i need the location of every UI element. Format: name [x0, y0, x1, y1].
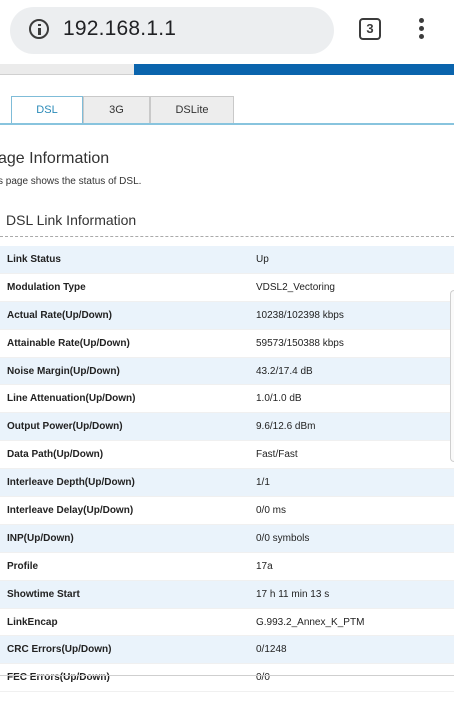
row-label: Link Status — [0, 246, 256, 274]
row-value: VDSL2_Vectoring — [256, 273, 454, 302]
overflow-menu-icon[interactable] — [417, 18, 425, 42]
table-row: Line Attenuation(Up/Down) 1.0/1.0 dB — [0, 384, 454, 414]
tab-dsl[interactable]: DSL — [11, 96, 83, 124]
table-bottom-border — [0, 675, 454, 676]
row-value: 0/0 symbols — [256, 524, 454, 553]
row-value: 43.2/17.4 dB — [256, 357, 454, 386]
row-label: Interleave Depth(Up/Down) — [0, 468, 256, 498]
row-label: Actual Rate(Up/Down) — [0, 301, 256, 330]
table-row: Link Status Up — [0, 246, 454, 274]
table-row: FEC Errors(Up/Down) 0/0 — [0, 663, 454, 693]
tab-switcher-button[interactable]: 3 — [359, 18, 381, 40]
row-label: Noise Margin(Up/Down) — [0, 357, 256, 386]
table-row: Interleave Depth(Up/Down) 1/1 — [0, 468, 454, 498]
page-title: age Information — [0, 150, 110, 167]
row-value: 0/0 — [256, 663, 454, 693]
row-label: Interleave Delay(Up/Down) — [0, 496, 256, 525]
tab-bar: DSL 3G DSLite — [0, 96, 454, 124]
row-label: Line Attenuation(Up/Down) — [0, 384, 256, 414]
table-row: Showtime Start 17 h 11 min 13 s — [0, 580, 454, 609]
row-label: Data Path(Up/Down) — [0, 440, 256, 470]
row-value: 0/0 ms — [256, 496, 454, 525]
row-label: INP(Up/Down) — [0, 524, 256, 553]
table-row: Interleave Delay(Up/Down) 0/0 ms — [0, 496, 454, 525]
url-text[interactable]: 192.168.1.1 — [63, 17, 176, 41]
row-value: 17 h 11 min 13 s — [256, 580, 454, 609]
header-bar-accent — [134, 64, 454, 75]
row-label: LinkEncap — [0, 608, 256, 637]
header-bar-left — [0, 64, 134, 75]
row-value: 10238/102398 kbps — [256, 301, 454, 330]
row-value: 1.0/1.0 dB — [256, 384, 454, 414]
tab-underline — [0, 123, 454, 125]
page-description: s page shows the status of DSL. — [0, 176, 142, 187]
dsl-link-table: Link Status Up Modulation Type VDSL2_Vector… — [0, 246, 454, 693]
row-value: 17a — [256, 552, 454, 581]
table-row: Profile 17a — [0, 552, 454, 581]
row-value: Fast/Fast — [256, 440, 454, 470]
table-row: Data Path(Up/Down) Fast/Fast — [0, 440, 454, 470]
row-label: Modulation Type — [0, 273, 256, 302]
table-row: Output Power(Up/Down) 9.6/12.6 dBm — [0, 412, 454, 442]
row-value: 0/1248 — [256, 635, 454, 665]
info-icon[interactable] — [29, 19, 49, 39]
row-value: Up — [256, 246, 454, 274]
row-label: CRC Errors(Up/Down) — [0, 635, 256, 665]
row-value: 59573/150388 kbps — [256, 329, 454, 358]
tab-3g[interactable]: 3G — [83, 96, 150, 124]
row-value: G.993.2_Annex_K_PTM — [256, 608, 454, 637]
scrollbar[interactable] — [450, 290, 454, 462]
row-label: FEC Errors(Up/Down) — [0, 663, 256, 693]
table-row: Actual Rate(Up/Down) 10238/102398 kbps — [0, 301, 454, 330]
table-row: Noise Margin(Up/Down) 43.2/17.4 dB — [0, 357, 454, 386]
browser-toolbar: 192.168.1.1 3 — [0, 0, 454, 64]
table-row: CRC Errors(Up/Down) 0/1248 — [0, 635, 454, 665]
table-row: Attainable Rate(Up/Down) 59573/150388 kbp… — [0, 329, 454, 358]
row-label: Attainable Rate(Up/Down) — [0, 329, 256, 358]
row-value: 1/1 — [256, 468, 454, 498]
row-value: 9.6/12.6 dBm — [256, 412, 454, 442]
section-title: DSL Link Information — [6, 212, 137, 228]
row-label: Showtime Start — [0, 580, 256, 609]
row-label: Profile — [0, 552, 256, 581]
tab-dslite[interactable]: DSLite — [150, 96, 234, 124]
table-row: INP(Up/Down) 0/0 symbols — [0, 524, 454, 553]
section-divider — [0, 236, 454, 237]
table-row: Modulation Type VDSL2_Vectoring — [0, 273, 454, 302]
address-bar[interactable]: 192.168.1.1 — [10, 7, 334, 54]
row-label: Output Power(Up/Down) — [0, 412, 256, 442]
table-row: LinkEncap G.993.2_Annex_K_PTM — [0, 608, 454, 637]
